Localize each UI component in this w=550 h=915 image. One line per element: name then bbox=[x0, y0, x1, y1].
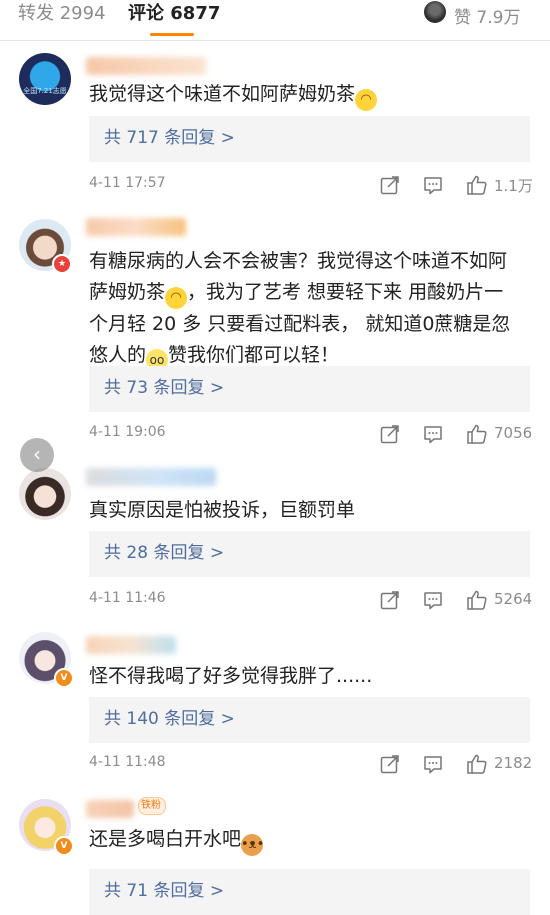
comment-timestamp: 4-11 17:57 bbox=[89, 175, 166, 191]
liker-avatar bbox=[424, 1, 446, 23]
comment-actions: 4-11 17:57 1.1万 bbox=[89, 174, 533, 196]
username-blurred[interactable] bbox=[86, 800, 134, 818]
back-arrow-icon[interactable]: ‹ bbox=[20, 438, 54, 472]
comment-text: 还是多喝白开水吧•ᴥ• bbox=[89, 824, 529, 856]
comment-timestamp: 4-11 11:46 bbox=[89, 590, 166, 606]
post-likes-count: 赞 7.9万 bbox=[454, 8, 521, 28]
comment-icon[interactable] bbox=[422, 423, 444, 445]
reply-count-label: 共 73 条回复 > bbox=[104, 378, 225, 398]
comment-timestamp: 4-11 19:06 bbox=[89, 424, 166, 440]
like-count: 2182 bbox=[494, 754, 533, 772]
comment-body: 还是多喝白开水吧 bbox=[89, 828, 242, 850]
share-icon[interactable] bbox=[379, 589, 401, 611]
username-blurred[interactable] bbox=[86, 57, 206, 75]
comment-text: 怪不得我喝了好多觉得我胖了...... bbox=[89, 665, 373, 687]
share-icon[interactable] bbox=[379, 174, 401, 196]
comment-body-part: 赞我你们都可以轻！ bbox=[168, 344, 340, 366]
comment-text: 有糖尿病的人会不会被害？我觉得这个味道不如阿 萨姆奶茶 ◠ ，我为了艺考 想要轻下来… bbox=[89, 246, 529, 371]
fan-badge: 铁粉 bbox=[138, 797, 166, 815]
like-count: 1.1万 bbox=[494, 177, 533, 195]
comment-icon[interactable] bbox=[422, 589, 444, 611]
laugh-cry-emoji-icon: ◠ bbox=[355, 89, 378, 111]
thumbs-up-icon[interactable] bbox=[466, 753, 488, 775]
verified-badge-icon: V bbox=[54, 668, 74, 688]
tab-comment[interactable]: 评论 6877 bbox=[128, 3, 220, 25]
thumbs-up-icon[interactable] bbox=[466, 423, 488, 445]
avatar-caption: 全国7.21志愿 bbox=[23, 87, 67, 95]
reply-thread-link[interactable]: 共 71 条回复 > bbox=[89, 869, 530, 915]
share-icon[interactable] bbox=[379, 753, 401, 775]
reply-count-label: 共 717 条回复 > bbox=[104, 128, 235, 148]
reply-count-label: 共 28 条回复 > bbox=[104, 543, 225, 563]
thumbs-up-icon[interactable] bbox=[466, 174, 488, 196]
reply-count-label: 共 140 条回复 > bbox=[104, 709, 235, 729]
comment-text: 我觉得这个味道不如阿萨姆奶茶 ◠ bbox=[89, 79, 529, 111]
doge-emoji-icon: •ᴥ• bbox=[241, 834, 264, 856]
tab-repost[interactable]: 转发 2994 bbox=[18, 3, 106, 25]
reply-count-label: 共 71 条回复 > bbox=[104, 881, 225, 901]
verified-badge-icon: ★ bbox=[52, 254, 72, 274]
username-blurred[interactable] bbox=[86, 636, 176, 654]
username-blurred[interactable] bbox=[86, 468, 216, 486]
thumbs-up-icon[interactable] bbox=[466, 589, 488, 611]
reply-thread-link[interactable]: 共 28 条回复 > bbox=[89, 531, 530, 577]
avatar[interactable]: 全国7.21志愿 bbox=[19, 53, 71, 105]
comment-text: 真实原因是怕被投诉，巨额罚单 bbox=[89, 499, 356, 521]
like-count: 5264 bbox=[494, 590, 533, 608]
comment-icon[interactable] bbox=[422, 174, 444, 196]
comment-icon[interactable] bbox=[422, 753, 444, 775]
like-count: 7056 bbox=[494, 424, 533, 442]
active-tab-indicator bbox=[150, 33, 194, 36]
reply-thread-link[interactable]: 共 717 条回复 > bbox=[89, 116, 530, 162]
comment-body: 我觉得这个味道不如阿萨姆奶茶 bbox=[89, 83, 356, 105]
username-blurred[interactable] bbox=[86, 218, 186, 236]
avatar[interactable] bbox=[19, 468, 71, 520]
comment-timestamp: 4-11 11:48 bbox=[89, 754, 166, 770]
verified-badge-icon: V bbox=[54, 836, 74, 856]
comment-actions: 4-11 11:48 2182 bbox=[89, 753, 533, 775]
share-icon[interactable] bbox=[379, 423, 401, 445]
reply-thread-link[interactable]: 共 140 条回复 > bbox=[89, 697, 530, 743]
comment-actions: 4-11 11:46 5264 bbox=[89, 589, 533, 611]
reply-thread-link[interactable]: 共 73 条回复 > bbox=[89, 366, 530, 412]
comment-actions: 4-11 19:06 7056 bbox=[89, 423, 533, 445]
comment-tab-bar: 转发 2994 评论 6877 赞 7.9万 bbox=[0, 0, 550, 41]
laugh-cry-emoji-icon: ◠ bbox=[165, 287, 188, 309]
